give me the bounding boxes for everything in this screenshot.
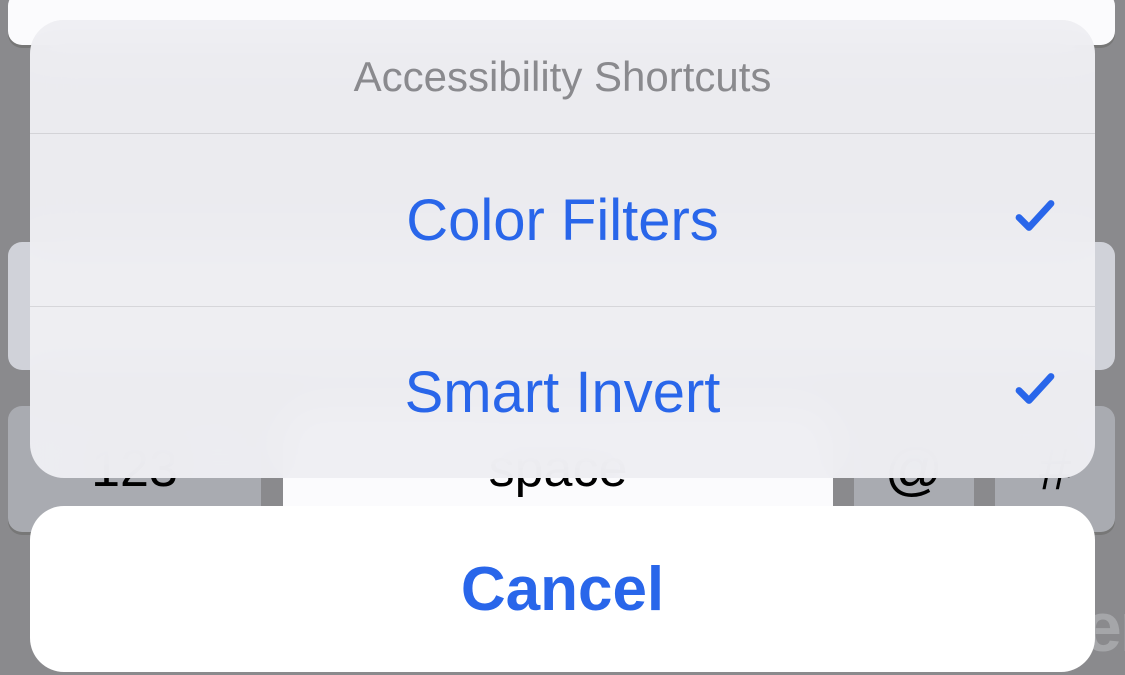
option-color-filters[interactable]: Color Filters xyxy=(30,134,1095,306)
checkmark-icon xyxy=(1011,187,1059,254)
action-sheet-title: Accessibility Shortcuts xyxy=(30,20,1095,134)
option-label: Color Filters xyxy=(406,187,719,254)
cancel-label: Cancel xyxy=(461,554,664,625)
action-sheet: Accessibility Shortcuts Color Filters Sm… xyxy=(30,20,1095,672)
option-label: Smart Invert xyxy=(405,359,721,426)
option-smart-invert[interactable]: Smart Invert xyxy=(30,306,1095,478)
checkmark-icon xyxy=(1011,359,1059,426)
cancel-button[interactable]: Cancel xyxy=(30,506,1095,672)
action-sheet-panel: Accessibility Shortcuts Color Filters Sm… xyxy=(30,20,1095,478)
